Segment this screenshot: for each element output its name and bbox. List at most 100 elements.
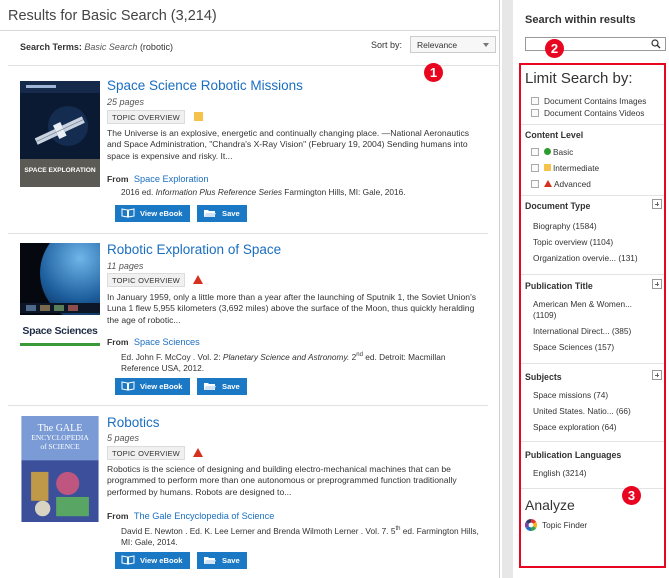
save-button[interactable]: Save xyxy=(197,205,247,222)
book-cover-title-block: The GALE ENCYCLOPEDIA of SCIENCE xyxy=(22,424,98,452)
book-cover-title: Space Sciences xyxy=(22,325,98,337)
from-label: From xyxy=(107,511,129,521)
topic-finder-link[interactable]: Topic Finder xyxy=(524,518,588,531)
filter-label: Basic xyxy=(553,147,574,157)
checkbox[interactable] xyxy=(531,163,539,172)
checkbox[interactable] xyxy=(531,147,539,156)
source-link[interactable]: Space Exploration xyxy=(134,174,209,184)
topic-overview-tag: TOPIC OVERVIEW xyxy=(107,446,185,460)
search-within-title: Search within results xyxy=(525,14,636,26)
results-header: Results for Basic Search (3,214) xyxy=(8,8,217,24)
citation-edition-sup: nd xyxy=(356,352,363,358)
folder-icon xyxy=(204,210,216,217)
book-cover-title: SPACE EXPLORATION xyxy=(24,167,96,174)
result-citation: David E. Newton . Ed. K. Lee Lerner and … xyxy=(121,524,483,548)
expand-plus-icon[interactable] xyxy=(652,370,662,380)
filter-contains-images[interactable]: Document Contains Images xyxy=(531,96,646,106)
basic-level-icon xyxy=(544,148,551,156)
search-terms-bar: Search Terms: Basic Search (robotic) Sor… xyxy=(8,32,500,66)
facet-item[interactable]: Organization overvie... (131) xyxy=(533,253,663,264)
header-divider xyxy=(0,30,500,31)
facet-item[interactable]: International Direct... (385) xyxy=(533,326,663,337)
facet-item[interactable]: American Men & Women... (1109) xyxy=(533,299,663,320)
open-book-icon xyxy=(121,208,135,218)
facet-item[interactable]: English (3214) xyxy=(533,468,663,479)
publication-languages-title: Publication Languages xyxy=(525,450,622,460)
filter-label: Advanced xyxy=(554,179,591,189)
result-source: From The Gale Encyclopedia of Science xyxy=(107,511,274,521)
filter-label: Intermediate xyxy=(553,163,600,173)
topic-finder-label: Topic Finder xyxy=(542,520,588,530)
open-book-icon xyxy=(121,555,135,565)
facet-item-line: American Men & Women... xyxy=(533,299,632,309)
view-ebook-label: View eBook xyxy=(140,382,183,391)
subjects-title: Subjects xyxy=(525,372,562,382)
search-icon[interactable] xyxy=(651,39,661,49)
facet-divider xyxy=(521,274,664,275)
facet-divider xyxy=(521,441,664,442)
filter-level-advanced[interactable]: Advanced xyxy=(531,179,591,189)
facet-item[interactable]: Biography (1584) xyxy=(533,221,663,232)
checkbox[interactable] xyxy=(531,108,539,117)
result-description: In January 1959, only a little more than… xyxy=(107,292,477,325)
result-title-link[interactable]: Robotic Exploration of Space xyxy=(107,242,281,257)
facet-item[interactable]: Topic overview (1104) xyxy=(533,237,663,248)
view-ebook-label: View eBook xyxy=(140,209,183,218)
view-ebook-button[interactable]: View eBook xyxy=(115,552,190,569)
filter-contains-videos[interactable]: Document Contains Videos xyxy=(531,108,644,118)
document-type-title: Document Type xyxy=(525,201,591,211)
result-page-count: 5 pages xyxy=(107,433,140,443)
filter-level-basic[interactable]: Basic xyxy=(531,147,573,157)
result-title-link[interactable]: Robotics xyxy=(107,415,160,430)
facet-item[interactable]: Space exploration (64) xyxy=(533,422,663,433)
citation-pre: David E. Newton . Ed. K. Lee Lerner and … xyxy=(121,525,389,536)
result-description: The Universe is an explosive, energetic … xyxy=(107,128,470,161)
citation-post: Farmington Hills, MI: Gale, 2016. xyxy=(284,187,406,197)
facet-divider xyxy=(521,363,664,364)
save-label: Save xyxy=(222,382,240,391)
result-title-link[interactable]: Space Science Robotic Missions xyxy=(107,78,303,93)
intermediate-level-icon xyxy=(194,112,203,121)
result-citation: Ed. John F. McCoy . Vol. 2: Planetary Sc… xyxy=(121,350,483,374)
checkbox[interactable] xyxy=(531,96,539,105)
filter-label: Document Contains Images xyxy=(544,96,647,106)
view-ebook-button[interactable]: View eBook xyxy=(115,378,190,395)
facet-divider xyxy=(521,124,664,125)
expand-plus-icon[interactable] xyxy=(652,199,662,209)
citation-series: Planetary Science and Astronomy. xyxy=(222,351,350,362)
source-link[interactable]: Space Sciences xyxy=(134,337,200,347)
search-terms: Search Terms: Basic Search (robotic) xyxy=(20,42,173,52)
result-divider xyxy=(8,405,488,406)
facet-divider xyxy=(521,488,664,489)
result-source: From Space Sciences xyxy=(107,337,200,347)
checkbox[interactable] xyxy=(531,179,539,188)
save-button[interactable]: Save xyxy=(197,378,247,395)
topic-overview-tag: TOPIC OVERVIEW xyxy=(107,273,185,287)
topic-finder-icon xyxy=(524,518,538,531)
facet-item[interactable]: United States. Natio... (66) xyxy=(533,406,663,417)
result-page-count: 25 pages xyxy=(107,97,145,107)
facet-item[interactable]: Space missions (74) xyxy=(533,390,663,401)
result-citation: 2016 ed. Information Plus Reference Seri… xyxy=(121,187,483,198)
search-terms-value: (robotic) xyxy=(139,42,173,52)
publication-title-title: Publication Title xyxy=(525,281,593,291)
limit-search-title: Limit Search by: xyxy=(525,70,633,87)
facet-item[interactable]: Space Sciences (157) xyxy=(533,342,663,353)
advanced-level-icon xyxy=(544,179,552,187)
advanced-level-icon xyxy=(193,275,203,284)
view-ebook-button[interactable]: View eBook xyxy=(115,205,190,222)
expand-plus-icon[interactable] xyxy=(652,279,662,289)
source-link[interactable]: The Gale Encyclopedia of Science xyxy=(134,511,274,521)
open-book-icon xyxy=(121,381,135,391)
search-terms-label: Search Terms: xyxy=(20,42,82,52)
content-level-title: Content Level xyxy=(525,130,584,140)
filter-level-intermediate[interactable]: Intermediate xyxy=(531,163,599,173)
book-cover-title-line: of SCIENCE xyxy=(40,442,80,451)
book-cover-title-line: ENCYCLOPEDIA xyxy=(31,433,89,442)
save-button[interactable]: Save xyxy=(197,552,247,569)
sort-select-value: Relevance xyxy=(417,40,458,50)
sort-select[interactable]: Relevance xyxy=(410,36,496,53)
folder-icon xyxy=(204,557,216,564)
callout-badge-1: 1 xyxy=(424,63,443,82)
advanced-level-icon xyxy=(193,448,203,457)
